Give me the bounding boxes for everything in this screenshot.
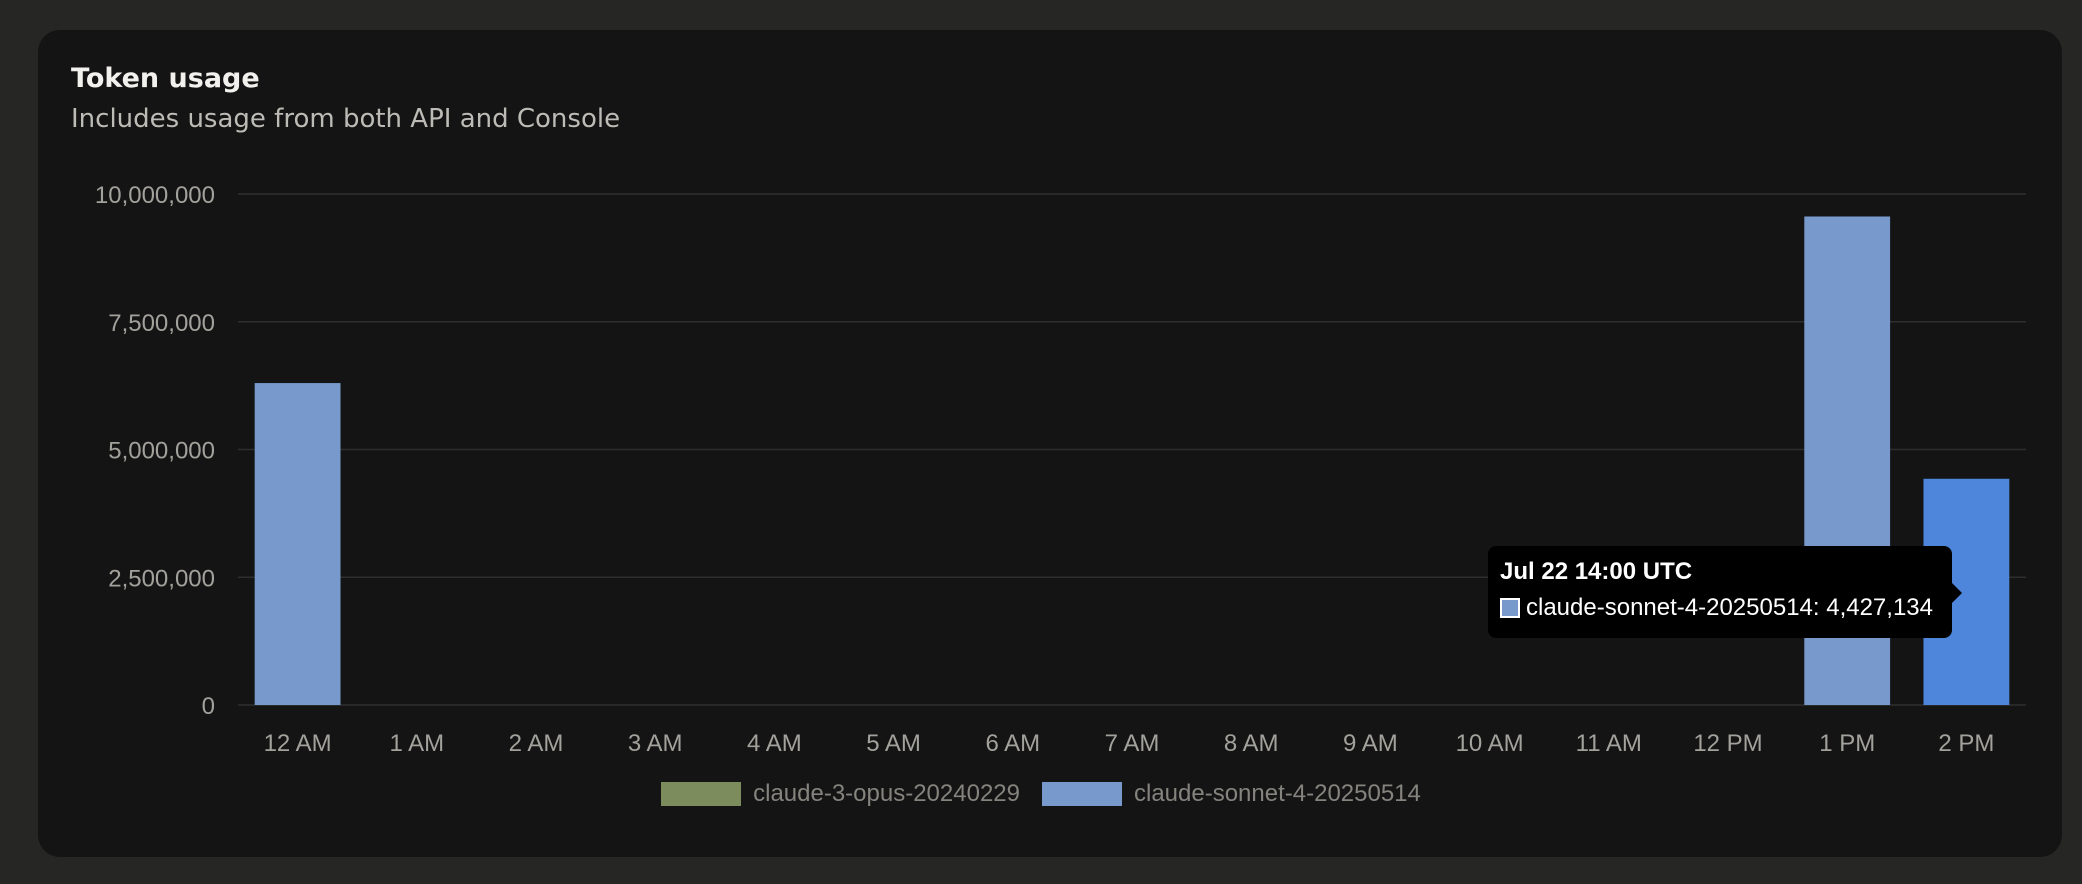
x-tick-label: 8 AM	[1224, 730, 1279, 757]
tooltip-row: claude-sonnet-4-20250514: 4,427,134	[1500, 594, 1940, 622]
y-tick-label: 7,500,000	[108, 310, 215, 337]
legend-item-sonnet[interactable]: claude-sonnet-4-20250514	[1041, 780, 1421, 808]
legend-item-opus[interactable]: claude-3-opus-20240229	[661, 780, 1020, 808]
x-tick-label: 2 AM	[509, 730, 564, 757]
tooltip-title: Jul 22 14:00 UTC	[1500, 558, 1693, 585]
x-tick-label: 5 AM	[866, 730, 921, 757]
x-tick-label: 2 PM	[1938, 730, 1994, 757]
tooltip-swatch	[1500, 598, 1520, 618]
legend-label-sonnet: claude-sonnet-4-20250514	[1133, 780, 1421, 807]
chart-legend: claude-3-opus-20240229 claude-sonnet-4-2…	[0, 780, 2082, 808]
x-tick-label: 6 AM	[985, 730, 1040, 757]
x-tick-label: 4 AM	[747, 730, 802, 757]
token-usage-bar-chart: 0 2,500,000 5,000,000 7,500,000 10,000,000 12…	[95, 182, 2026, 757]
y-tick-label: 10,000,000	[95, 182, 215, 209]
bar-sonnet-0[interactable]	[254, 383, 341, 705]
y-tick-label: 2,500,000	[108, 565, 215, 592]
x-tick-label: 3 AM	[628, 730, 683, 757]
x-tick-label: 12 PM	[1693, 730, 1762, 757]
tooltip-value: claude-sonnet-4-20250514: 4,427,134	[1526, 594, 1933, 621]
chart-tooltip: Jul 22 14:00 UTC claude-sonnet-4-2025051…	[1488, 546, 1962, 638]
y-tick-label: 0	[202, 693, 215, 720]
legend-label-opus: claude-3-opus-20240229	[753, 780, 1020, 807]
x-tick-label: 1 PM	[1819, 730, 1875, 757]
x-tick-label: 11 AM	[1576, 730, 1642, 757]
y-tick-label: 5,000,000	[108, 438, 215, 465]
x-tick-label: 12 AM	[264, 730, 332, 757]
legend-swatch-sonnet	[1041, 782, 1122, 806]
x-tick-label: 1 AM	[389, 730, 444, 757]
x-tick-label: 10 AM	[1456, 730, 1524, 757]
x-tick-label: 9 AM	[1343, 730, 1398, 757]
x-tick-label: 7 AM	[1105, 730, 1160, 757]
legend-swatch-opus	[661, 782, 742, 806]
